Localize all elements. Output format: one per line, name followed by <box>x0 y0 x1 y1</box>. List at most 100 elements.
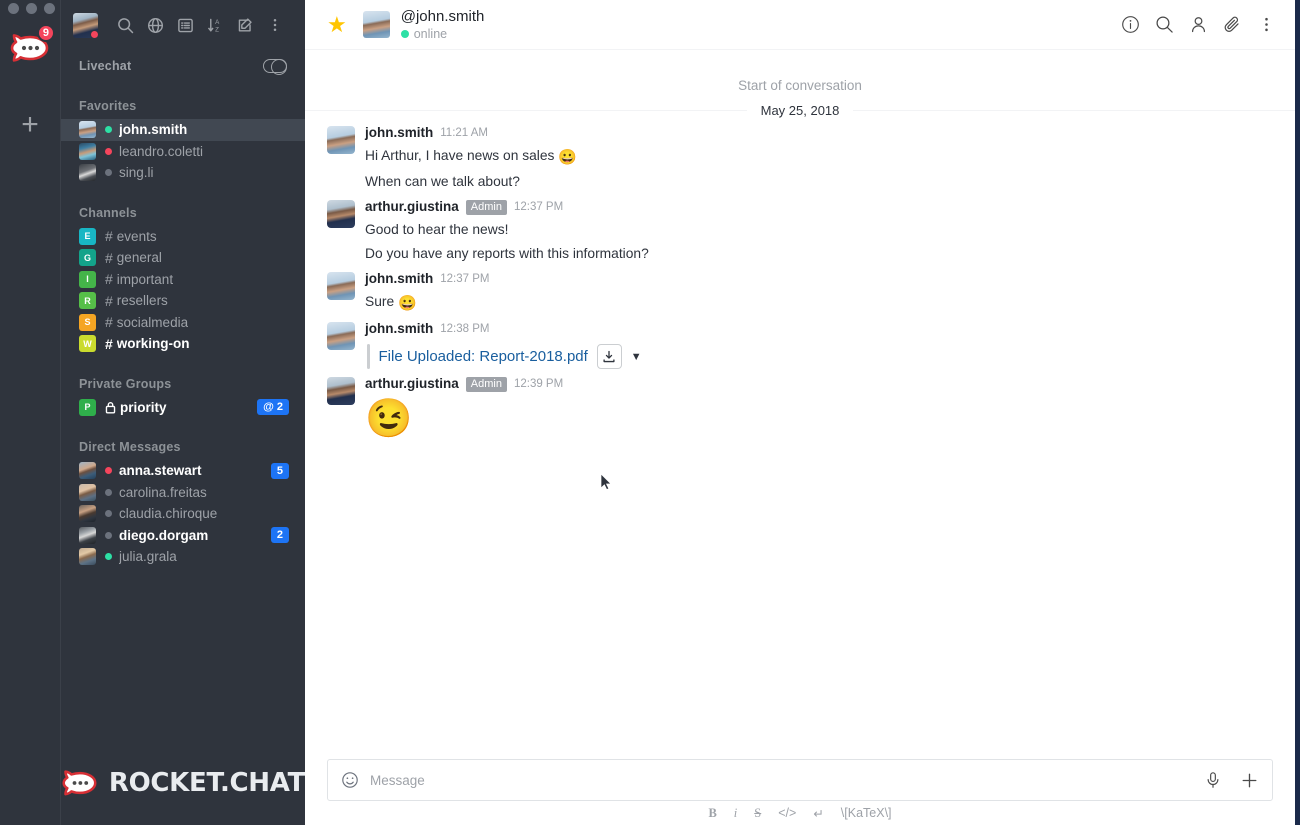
search-icon[interactable] <box>1153 14 1175 36</box>
composer-wrap: Bi S </> ↵ \[KaTeX\] <box>305 759 1295 825</box>
sidebar-item-diego-dorgam[interactable]: diego.dorgam 2 <box>61 525 305 547</box>
kebab-menu-icon[interactable] <box>1255 14 1277 36</box>
sidebar-item-label: general <box>116 250 162 266</box>
members-icon[interactable] <box>1187 14 1209 36</box>
big-emoji-icon: 😉 <box>365 398 413 440</box>
svg-text:Z: Z <box>215 26 219 33</box>
message-timestamp: 12:37 PM <box>513 201 564 213</box>
format-katex-button[interactable]: \[KaTeX\] <box>841 806 892 820</box>
avatar[interactable] <box>327 377 355 405</box>
sidebar-item-socialmedia[interactable]: S # socialmedia <box>61 312 305 334</box>
desktop-edge <box>1295 0 1300 825</box>
hash-icon: # <box>105 335 113 352</box>
sidebar-footer: ROCKET.CHAT <box>61 755 305 825</box>
message-composer[interactable] <box>327 759 1273 801</box>
message-username[interactable]: john.smith <box>365 270 433 288</box>
unread-badge: 2 <box>270 527 289 544</box>
format-newline-button[interactable]: ↵ <box>813 806 823 821</box>
sidebar-item-working-on[interactable]: W # working-on <box>61 333 305 355</box>
room-avatar: S <box>79 313 96 331</box>
message-username[interactable]: arthur.giustina <box>365 198 459 216</box>
discussions-list-icon[interactable] <box>170 10 200 40</box>
chevron-down-icon[interactable]: ▼ <box>631 351 642 363</box>
create-new-icon[interactable] <box>230 10 260 40</box>
sidebar-item-julia-grala[interactable]: julia.grala <box>61 546 305 568</box>
rocket-chat-logo-icon[interactable]: 9 <box>7 24 55 68</box>
hash-icon: # <box>105 228 113 245</box>
emoji-icon: 😀 <box>397 295 417 312</box>
sidebar-item-resellers[interactable]: R # resellers <box>61 290 305 312</box>
sidebar-item-anna-stewart[interactable]: anna.stewart 5 <box>61 460 305 482</box>
hash-icon: # <box>105 292 113 309</box>
format-bold-button[interactable]: B <box>708 806 716 821</box>
sidebar-sections: Favorites john.smith leandro.coletti sing.l… <box>61 81 305 568</box>
sidebar-item-label: john.smith <box>119 122 188 138</box>
format-toolbar: Bi S </> ↵ \[KaTeX\] <box>327 801 1273 825</box>
sidebar-item-priority[interactable]: Ppriority @ 2 <box>61 397 305 419</box>
sort-az-icon[interactable]: AZ <box>200 10 230 40</box>
format-italic-button[interactable]: i <box>734 806 737 821</box>
message-username[interactable]: john.smith <box>365 124 433 142</box>
sidebar-item-label: anna.stewart <box>119 463 202 479</box>
sidebar-item-leandro-coletti[interactable]: leandro.coletti <box>61 141 305 163</box>
download-icon[interactable] <box>596 344 622 369</box>
sidebar: AZ Livechat Favorites john.smith leandro.c… <box>60 0 305 825</box>
status-text: online <box>413 26 448 41</box>
microphone-icon[interactable] <box>1203 770 1223 790</box>
rocket-chat-window: 9 + AZ Livechat Favorites john.smith lea… <box>0 0 1300 825</box>
current-user-avatar[interactable] <box>73 12 98 38</box>
attachment-icon[interactable] <box>1221 14 1243 36</box>
star-icon[interactable]: ★ <box>327 13 347 36</box>
message-list[interactable]: Start of conversation May 25, 2018 john.… <box>305 50 1295 759</box>
message-text-content: Hi Arthur, I have news on sales <box>365 148 559 163</box>
kebab-menu-icon[interactable] <box>260 10 290 40</box>
livechat-row[interactable]: Livechat <box>61 51 305 81</box>
format-strike-button[interactable]: S <box>754 806 761 821</box>
sidebar-item-events[interactable]: E # events <box>61 226 305 248</box>
status-dot-busy <box>105 147 112 155</box>
sidebar-item-carolina-freitas[interactable]: carolina.freitas <box>61 482 305 504</box>
livechat-toggle[interactable] <box>263 59 287 75</box>
role-tag: Admin <box>465 199 507 215</box>
format-code-button[interactable]: </> <box>778 806 796 820</box>
sidebar-item-sing-li[interactable]: sing.li <box>61 162 305 184</box>
directory-globe-icon[interactable] <box>140 10 170 40</box>
maximize-button[interactable] <box>44 2 55 14</box>
message-text: When can we talk about? <box>365 168 1275 192</box>
avatar[interactable] <box>327 200 355 228</box>
status-badge: online <box>400 26 485 41</box>
sidebar-item-important[interactable]: I # important <box>61 269 305 291</box>
message-username[interactable]: john.smith <box>365 320 433 338</box>
room-avatar <box>79 462 96 480</box>
user-status-indicator <box>90 29 98 38</box>
add-server-button[interactable]: + <box>15 110 45 140</box>
sidebar-item-general[interactable]: G # general <box>61 247 305 269</box>
chat-panel: ★ @john.smith online Start of conversati… <box>305 0 1295 825</box>
message-input[interactable] <box>370 772 1203 788</box>
sidebar-item-john-smith[interactable]: john.smith <box>61 119 305 141</box>
search-icon[interactable] <box>110 10 140 40</box>
info-icon[interactable] <box>1119 14 1141 36</box>
chat-header-actions <box>1119 14 1277 36</box>
message-body: arthur.giustina Admin 12:37 PM Good to hear… <box>365 198 1275 264</box>
minimize-button[interactable] <box>26 2 37 14</box>
svg-text:A: A <box>215 19 220 26</box>
room-avatar <box>79 526 96 544</box>
avatar[interactable] <box>327 272 355 300</box>
room-avatar: E <box>79 227 96 245</box>
sidebar-item-label: claudia.chiroque <box>119 506 218 522</box>
chat-avatar[interactable] <box>362 11 390 38</box>
room-avatar: G <box>79 249 96 267</box>
avatar[interactable] <box>327 322 355 350</box>
room-avatar <box>79 164 96 182</box>
close-button[interactable] <box>8 2 19 14</box>
avatar[interactable] <box>327 126 355 154</box>
sidebar-item-claudia-chiroque[interactable]: claudia.chiroque <box>61 503 305 525</box>
sidebar-item-label: important <box>116 271 174 287</box>
status-dot-online <box>105 553 112 561</box>
attachment-link[interactable]: File Uploaded: Report-2018.pdf <box>379 348 588 365</box>
message-username[interactable]: arthur.giustina <box>365 375 459 393</box>
emoji-smiley-icon[interactable] <box>341 771 359 789</box>
plus-icon[interactable] <box>1239 770 1259 790</box>
hash-icon: # <box>105 271 113 288</box>
